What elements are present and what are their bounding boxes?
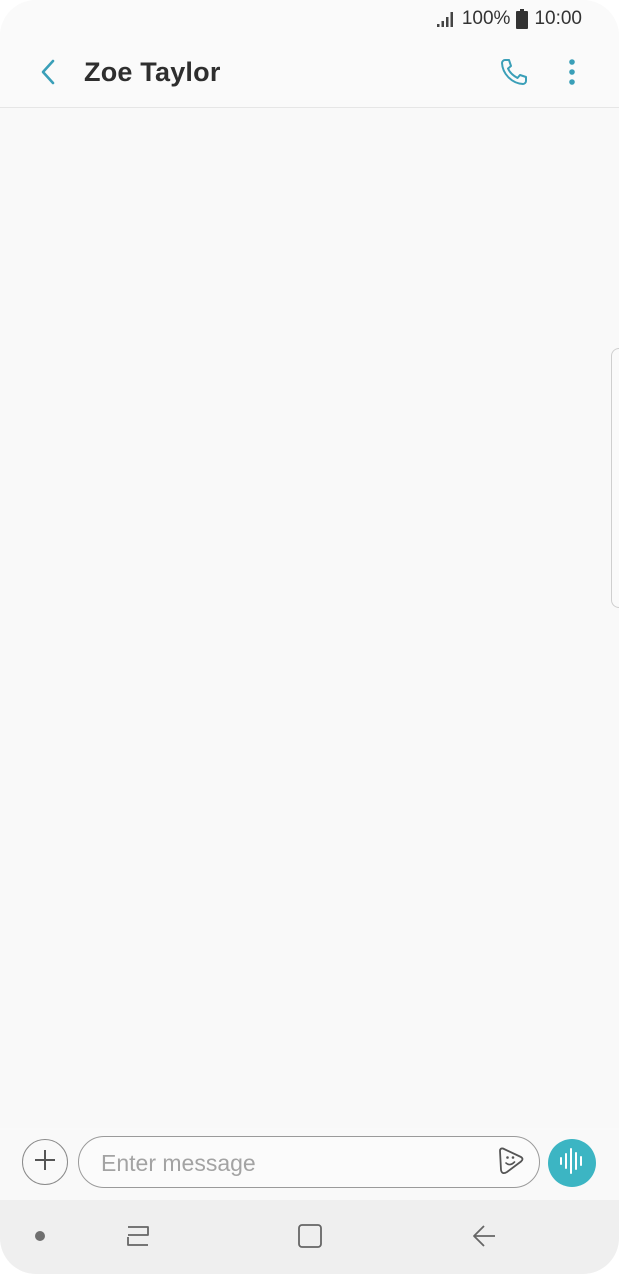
back-arrow-icon [39, 58, 57, 91]
sticker-icon [496, 1145, 526, 1180]
plus-icon [33, 1148, 57, 1177]
phone-icon [498, 56, 530, 93]
battery-percent: 100% [461, 8, 511, 29]
app-bar: Zoe Taylor [0, 40, 619, 108]
home-button[interactable] [290, 1218, 330, 1258]
recents-button[interactable] [118, 1218, 158, 1258]
message-composer [0, 1130, 619, 1200]
status-indicators: 100% 10:00 [436, 8, 582, 30]
navigation-bar [0, 1200, 619, 1274]
battery-icon [516, 9, 529, 29]
home-icon [296, 1222, 324, 1255]
scroll-handle[interactable] [611, 348, 619, 608]
back-icon [470, 1222, 498, 1255]
signal-icon [436, 10, 456, 28]
message-input[interactable] [99, 1145, 483, 1181]
add-attachment-button[interactable] [22, 1139, 68, 1185]
message-input-wrapper [78, 1136, 540, 1188]
phone-screen: 100% 10:00 Zoe Taylor [0, 0, 619, 1274]
conversation-area [0, 108, 619, 1128]
call-button[interactable] [494, 54, 534, 94]
status-bar: 100% 10:00 [0, 0, 619, 40]
back-button[interactable] [28, 54, 68, 94]
recents-icon [124, 1223, 152, 1254]
sticker-button[interactable] [495, 1146, 527, 1178]
dot-icon [35, 1231, 45, 1241]
voice-input-button[interactable] [548, 1139, 596, 1187]
more-vert-icon [568, 58, 576, 91]
nav-back-button[interactable] [464, 1218, 504, 1258]
voice-wave-icon [557, 1146, 587, 1181]
more-options-button[interactable] [552, 54, 592, 94]
clock: 10:00 [534, 8, 582, 29]
contact-name: Zoe Taylor [84, 57, 221, 87]
